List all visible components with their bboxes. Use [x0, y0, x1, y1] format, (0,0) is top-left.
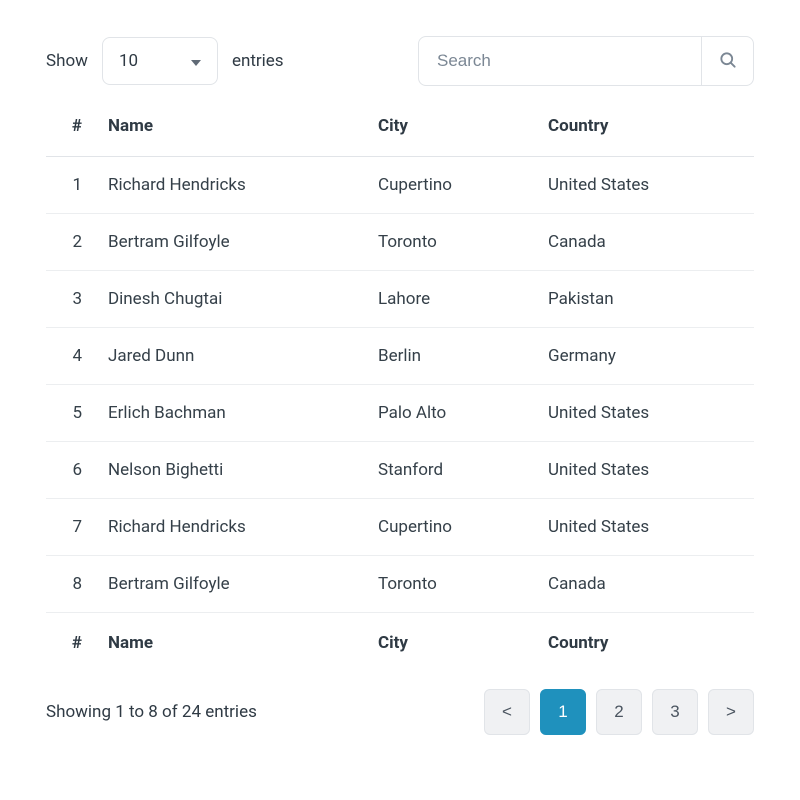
- search-button[interactable]: [701, 37, 753, 85]
- page-length-select[interactable]: 10: [102, 37, 218, 85]
- cell-city: Cupertino: [366, 157, 536, 214]
- pager-page-3[interactable]: 3: [652, 689, 698, 735]
- cell-country: Pakistan: [536, 271, 754, 328]
- table-row: 7Richard HendricksCupertinoUnited States: [46, 499, 754, 556]
- col-footer-country: Country: [536, 613, 754, 672]
- table-row: 1Richard HendricksCupertinoUnited States: [46, 157, 754, 214]
- pager-page-2[interactable]: 2: [596, 689, 642, 735]
- cell-idx: 5: [46, 385, 96, 442]
- cell-name: Bertram Gilfoyle: [96, 556, 366, 613]
- search-icon: [718, 50, 738, 73]
- table-controls: Show 10 entries: [46, 36, 754, 86]
- cell-name: Jared Dunn: [96, 328, 366, 385]
- pager-next[interactable]: >: [708, 689, 754, 735]
- cell-idx: 2: [46, 214, 96, 271]
- table-row: 6Nelson BighettiStanfordUnited States: [46, 442, 754, 499]
- cell-idx: 3: [46, 271, 96, 328]
- page-length-suffix: entries: [232, 51, 284, 71]
- data-table: # Name City Country 1Richard HendricksCu…: [46, 98, 754, 671]
- caret-down-icon: [191, 51, 201, 71]
- table-row: 5Erlich BachmanPalo AltoUnited States: [46, 385, 754, 442]
- cell-country: Canada: [536, 214, 754, 271]
- cell-name: Bertram Gilfoyle: [96, 214, 366, 271]
- cell-city: Lahore: [366, 271, 536, 328]
- cell-name: Nelson Bighetti: [96, 442, 366, 499]
- table-row: 2Bertram GilfoyleTorontoCanada: [46, 214, 754, 271]
- col-header-city[interactable]: City: [366, 98, 536, 157]
- col-header-idx[interactable]: #: [46, 98, 96, 157]
- cell-idx: 1: [46, 157, 96, 214]
- page-length-prefix: Show: [46, 51, 88, 71]
- cell-idx: 4: [46, 328, 96, 385]
- cell-city: Toronto: [366, 556, 536, 613]
- search-box: [418, 36, 754, 86]
- col-footer-idx: #: [46, 613, 96, 672]
- cell-idx: 8: [46, 556, 96, 613]
- table-row: 4Jared DunnBerlinGermany: [46, 328, 754, 385]
- cell-name: Dinesh Chugtai: [96, 271, 366, 328]
- table-footer-row: # Name City Country: [46, 613, 754, 672]
- cell-city: Berlin: [366, 328, 536, 385]
- cell-city: Toronto: [366, 214, 536, 271]
- cell-idx: 6: [46, 442, 96, 499]
- col-footer-name: Name: [96, 613, 366, 672]
- cell-name: Richard Hendricks: [96, 499, 366, 556]
- col-header-country[interactable]: Country: [536, 98, 754, 157]
- table-row: 8Bertram GilfoyleTorontoCanada: [46, 556, 754, 613]
- cell-country: Germany: [536, 328, 754, 385]
- cell-city: Cupertino: [366, 499, 536, 556]
- pager-page-1[interactable]: 1: [540, 689, 586, 735]
- cell-name: Richard Hendricks: [96, 157, 366, 214]
- cell-city: Palo Alto: [366, 385, 536, 442]
- cell-country: United States: [536, 499, 754, 556]
- cell-idx: 7: [46, 499, 96, 556]
- table-row: 3Dinesh ChugtaiLahorePakistan: [46, 271, 754, 328]
- pager-prev[interactable]: <: [484, 689, 530, 735]
- cell-city: Stanford: [366, 442, 536, 499]
- search-input[interactable]: [419, 51, 701, 71]
- pagination: <123>: [484, 689, 754, 735]
- page-length: Show 10 entries: [46, 37, 284, 85]
- cell-country: United States: [536, 385, 754, 442]
- cell-country: Canada: [536, 556, 754, 613]
- cell-name: Erlich Bachman: [96, 385, 366, 442]
- col-header-name[interactable]: Name: [96, 98, 366, 157]
- cell-country: United States: [536, 442, 754, 499]
- cell-country: United States: [536, 157, 754, 214]
- table-footer: Showing 1 to 8 of 24 entries <123>: [46, 689, 754, 735]
- page-length-value: 10: [119, 51, 138, 71]
- col-footer-city: City: [366, 613, 536, 672]
- table-header-row: # Name City Country: [46, 98, 754, 157]
- table-info: Showing 1 to 8 of 24 entries: [46, 702, 257, 722]
